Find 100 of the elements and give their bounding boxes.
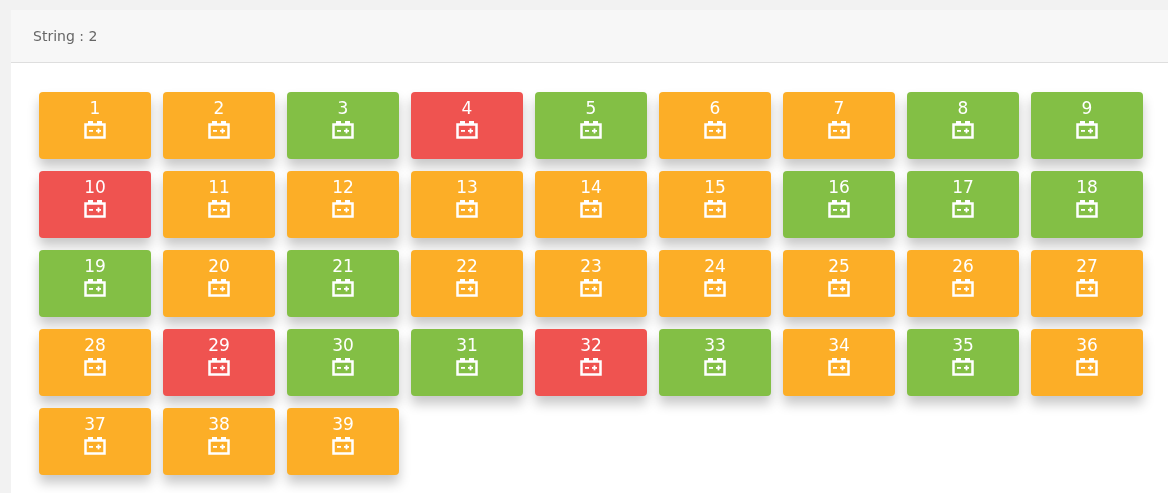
battery-card[interactable]: 15: [659, 171, 771, 238]
battery-icon: [84, 200, 106, 218]
battery-number: 8: [957, 98, 969, 118]
battery-icon: [208, 437, 230, 455]
battery-icon: [332, 279, 354, 297]
battery-icon: [580, 358, 602, 376]
battery-icon: [1076, 121, 1098, 139]
battery-icon: [84, 437, 106, 455]
battery-card[interactable]: 11: [163, 171, 275, 238]
battery-number: 7: [833, 98, 845, 118]
battery-card[interactable]: 27: [1031, 250, 1143, 317]
battery-icon: [332, 121, 354, 139]
battery-number: 26: [952, 256, 974, 276]
battery-icon: [208, 200, 230, 218]
battery-icon: [456, 200, 478, 218]
battery-card[interactable]: 29: [163, 329, 275, 396]
battery-icon: [704, 279, 726, 297]
battery-icon: [580, 279, 602, 297]
battery-number: 10: [84, 177, 106, 197]
battery-number: 35: [952, 335, 974, 355]
battery-card[interactable]: 36: [1031, 329, 1143, 396]
battery-card[interactable]: 7: [783, 92, 895, 159]
battery-card[interactable]: 24: [659, 250, 771, 317]
battery-number: 30: [332, 335, 354, 355]
battery-number: 3: [337, 98, 349, 118]
battery-card[interactable]: 26: [907, 250, 1019, 317]
battery-number: 14: [580, 177, 602, 197]
battery-card[interactable]: 2: [163, 92, 275, 159]
battery-icon: [952, 279, 974, 297]
battery-number: 33: [704, 335, 726, 355]
battery-card[interactable]: 10: [39, 171, 151, 238]
battery-number: 4: [461, 98, 473, 118]
battery-icon: [828, 358, 850, 376]
battery-card[interactable]: 17: [907, 171, 1019, 238]
battery-number: 15: [704, 177, 726, 197]
battery-icon: [1076, 200, 1098, 218]
battery-card[interactable]: 22: [411, 250, 523, 317]
battery-card[interactable]: 13: [411, 171, 523, 238]
battery-card[interactable]: 20: [163, 250, 275, 317]
battery-card[interactable]: 39: [287, 408, 399, 475]
battery-icon: [580, 121, 602, 139]
battery-card[interactable]: 14: [535, 171, 647, 238]
battery-number: 34: [828, 335, 850, 355]
battery-number: 1: [89, 98, 101, 118]
battery-card[interactable]: 16: [783, 171, 895, 238]
battery-icon: [84, 279, 106, 297]
battery-card[interactable]: 21: [287, 250, 399, 317]
battery-card[interactable]: 34: [783, 329, 895, 396]
battery-card[interactable]: 4: [411, 92, 523, 159]
battery-icon: [208, 279, 230, 297]
battery-number: 39: [332, 414, 354, 434]
battery-number: 38: [208, 414, 230, 434]
battery-card[interactable]: 33: [659, 329, 771, 396]
battery-icon: [952, 200, 974, 218]
battery-card[interactable]: 3: [287, 92, 399, 159]
battery-card[interactable]: 18: [1031, 171, 1143, 238]
battery-number: 2: [213, 98, 225, 118]
battery-icon: [704, 200, 726, 218]
battery-icon: [704, 358, 726, 376]
battery-icon: [952, 121, 974, 139]
battery-card[interactable]: 5: [535, 92, 647, 159]
battery-number: 28: [84, 335, 106, 355]
battery-card[interactable]: 30: [287, 329, 399, 396]
battery-icon: [1076, 279, 1098, 297]
battery-number: 11: [208, 177, 230, 197]
battery-icon: [828, 121, 850, 139]
battery-number: 16: [828, 177, 850, 197]
battery-card[interactable]: 28: [39, 329, 151, 396]
battery-icon: [580, 200, 602, 218]
battery-number: 20: [208, 256, 230, 276]
battery-card[interactable]: 23: [535, 250, 647, 317]
battery-number: 9: [1081, 98, 1093, 118]
battery-number: 13: [456, 177, 478, 197]
battery-icon: [704, 121, 726, 139]
battery-card[interactable]: 9: [1031, 92, 1143, 159]
battery-icon: [456, 121, 478, 139]
battery-card[interactable]: 19: [39, 250, 151, 317]
battery-card[interactable]: 6: [659, 92, 771, 159]
panel-title: String : 2: [33, 28, 98, 44]
battery-number: 5: [585, 98, 597, 118]
battery-icon: [952, 358, 974, 376]
battery-number: 19: [84, 256, 106, 276]
battery-card[interactable]: 37: [39, 408, 151, 475]
battery-number: 25: [828, 256, 850, 276]
battery-card[interactable]: 12: [287, 171, 399, 238]
battery-card[interactable]: 35: [907, 329, 1019, 396]
battery-card[interactable]: 38: [163, 408, 275, 475]
battery-card[interactable]: 31: [411, 329, 523, 396]
battery-card[interactable]: 8: [907, 92, 1019, 159]
battery-number: 22: [456, 256, 478, 276]
battery-card[interactable]: 1: [39, 92, 151, 159]
battery-card[interactable]: 32: [535, 329, 647, 396]
battery-number: 12: [332, 177, 354, 197]
battery-number: 21: [332, 256, 354, 276]
battery-icon: [332, 437, 354, 455]
battery-number: 27: [1076, 256, 1098, 276]
battery-icon: [828, 279, 850, 297]
battery-icon: [84, 358, 106, 376]
battery-icon: [456, 358, 478, 376]
battery-card[interactable]: 25: [783, 250, 895, 317]
